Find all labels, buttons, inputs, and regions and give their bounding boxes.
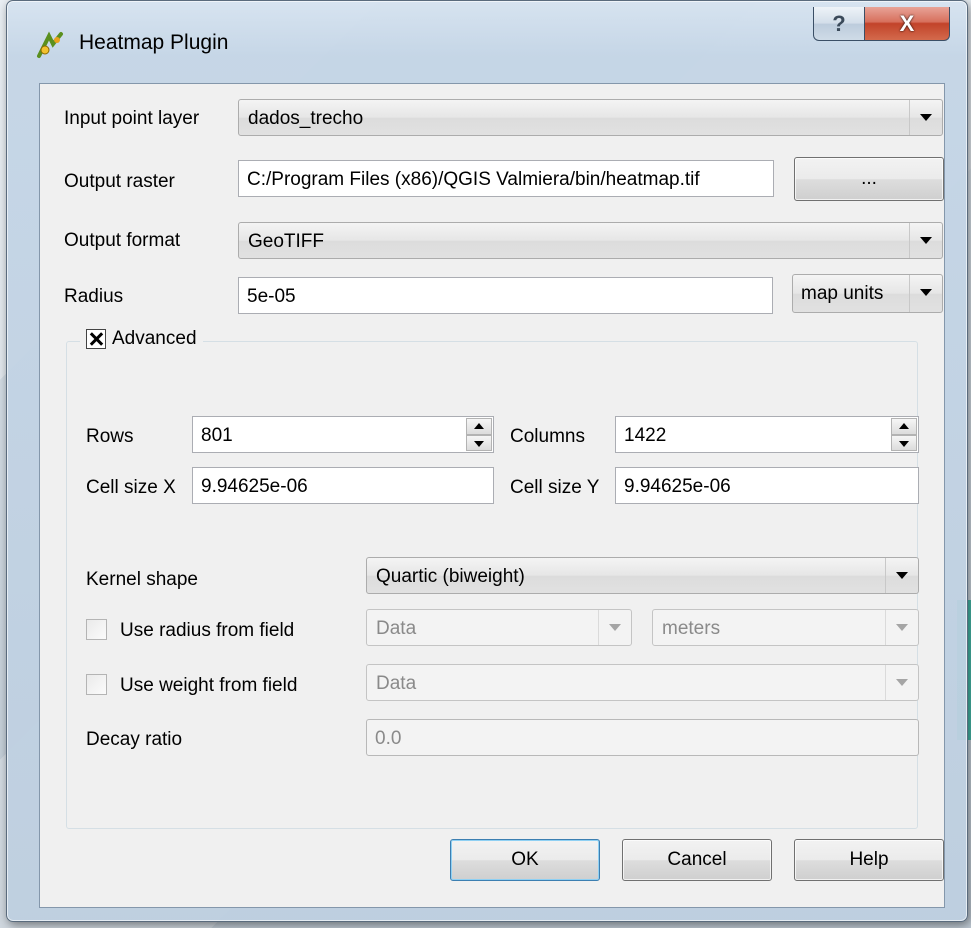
advanced-toggle[interactable]: Advanced — [80, 328, 203, 350]
window-title: Heatmap Plugin — [79, 31, 229, 54]
decay-ratio-input[interactable]: 0.0 — [366, 719, 919, 756]
radius-field-units-combo[interactable]: meters — [652, 609, 919, 646]
chevron-down-icon — [609, 624, 621, 631]
use-weight-field-label[interactable]: Use weight from field — [120, 675, 297, 697]
cell-size-x-input[interactable]: 9.94625e-06 — [192, 467, 494, 504]
decay-ratio-label: Decay ratio — [86, 729, 183, 750]
kernel-shape-combo[interactable]: Quartic (biweight) — [366, 557, 919, 594]
question-mark-icon: ? — [832, 10, 846, 36]
qgis-heatmap-icon — [35, 30, 65, 60]
use-weight-field-checkbox[interactable] — [86, 674, 107, 695]
context-help-button[interactable]: ? — [813, 7, 865, 41]
use-radius-field-label[interactable]: Use radius from field — [120, 620, 294, 642]
ok-button[interactable]: OK — [450, 839, 600, 881]
chevron-down-icon — [896, 572, 908, 579]
input-layer-label: Input point layer — [64, 108, 200, 129]
rows-decrement-button[interactable] — [466, 434, 492, 451]
rows-increment-button[interactable] — [466, 418, 492, 435]
columns-spinbox[interactable]: 1422 — [615, 416, 919, 453]
rows-value: 801 — [201, 425, 233, 446]
rows-spinbox[interactable]: 801 — [192, 416, 494, 453]
chevron-down-icon — [896, 624, 908, 631]
output-format-value: GeoTIFF — [248, 231, 325, 252]
cancel-button-label: Cancel — [667, 849, 727, 870]
cell-size-x-value: 9.94625e-06 — [201, 476, 308, 497]
heatmap-dialog: Heatmap Plugin ? X Input point layer dad… — [6, 0, 968, 922]
decay-ratio-value: 0.0 — [375, 728, 402, 749]
output-format-label: Output format — [64, 230, 181, 251]
browse-button-label: ... — [861, 168, 877, 189]
input-layer-value: dados_trecho — [248, 108, 364, 129]
kernel-shape-value: Quartic (biweight) — [376, 566, 525, 587]
cell-size-y-value: 9.94625e-06 — [624, 476, 731, 497]
weight-field-value: Data — [376, 673, 417, 694]
cell-size-x-label: Cell size X — [86, 477, 176, 498]
kernel-shape-label: Kernel shape — [86, 569, 198, 590]
output-raster-input[interactable]: C:/Program Files (x86)/QGIS Valmiera/bin… — [238, 160, 774, 197]
radius-label: Radius — [64, 286, 124, 307]
close-icon: X — [899, 10, 915, 36]
rows-label: Rows — [86, 426, 134, 447]
columns-value: 1422 — [624, 425, 667, 446]
help-button-label: Help — [849, 849, 889, 870]
chevron-down-icon — [920, 289, 932, 296]
advanced-title: Advanced — [112, 328, 197, 349]
columns-decrement-button[interactable] — [891, 434, 917, 451]
radius-field-value: Data — [376, 618, 417, 639]
use-radius-field-checkbox[interactable] — [86, 619, 107, 640]
browse-button[interactable]: ... — [794, 157, 944, 201]
chevron-down-icon — [920, 114, 932, 121]
radius-field-combo[interactable]: Data — [366, 609, 632, 646]
columns-label: Columns — [510, 426, 585, 447]
columns-increment-button[interactable] — [891, 418, 917, 435]
title-bar[interactable]: Heatmap Plugin ? X — [7, 1, 967, 83]
output-raster-label: Output raster — [64, 171, 175, 192]
cell-size-y-input[interactable]: 9.94625e-06 — [615, 467, 919, 504]
weight-field-combo[interactable]: Data — [366, 664, 919, 701]
input-layer-combo[interactable]: dados_trecho — [238, 99, 943, 136]
chevron-down-icon — [896, 679, 908, 686]
radius-value: 5e-05 — [247, 286, 296, 307]
output-format-combo[interactable]: GeoTIFF — [238, 222, 943, 259]
radius-field-units-value: meters — [662, 618, 721, 639]
radius-input[interactable]: 5e-05 — [238, 277, 773, 314]
radius-units-value: map units — [801, 283, 884, 304]
cancel-button[interactable]: Cancel — [622, 839, 772, 881]
chevron-down-icon — [920, 237, 932, 244]
advanced-checkbox[interactable] — [86, 329, 106, 349]
output-raster-value: C:/Program Files (x86)/QGIS Valmiera/bin… — [247, 169, 700, 190]
radius-units-combo[interactable]: map units — [792, 274, 943, 313]
help-button[interactable]: Help — [794, 839, 944, 881]
cell-size-y-label: Cell size Y — [510, 477, 600, 498]
close-button[interactable]: X — [864, 7, 950, 41]
ok-button-label: OK — [511, 849, 539, 870]
dialog-body: Input point layer dados_trecho Output ra… — [39, 83, 945, 908]
